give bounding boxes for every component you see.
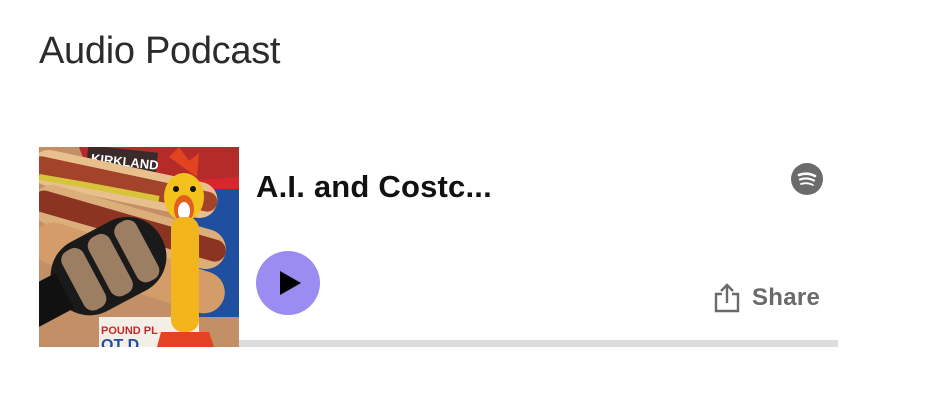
artwork-package-text-2: OT D xyxy=(101,337,139,347)
play-icon xyxy=(280,271,301,295)
artwork-package-text: POUND PL xyxy=(101,325,158,337)
share-button[interactable]: Share xyxy=(712,280,820,316)
spotify-icon[interactable] xyxy=(791,163,823,195)
play-button[interactable] xyxy=(256,251,320,315)
section-title: Audio Podcast xyxy=(39,30,281,72)
podcast-section: Audio Podcast KIRKLAND POUND PL OT D A.I… xyxy=(0,0,950,414)
progress-bar[interactable] xyxy=(239,340,838,347)
episode-artwork: KIRKLAND POUND PL OT D xyxy=(39,147,239,347)
podcast-player-embed: KIRKLAND POUND PL OT D A.I. and Costc...… xyxy=(39,147,838,347)
share-label: Share xyxy=(752,284,821,311)
episode-title[interactable]: A.I. and Costc... xyxy=(256,167,492,207)
share-icon xyxy=(714,283,740,313)
